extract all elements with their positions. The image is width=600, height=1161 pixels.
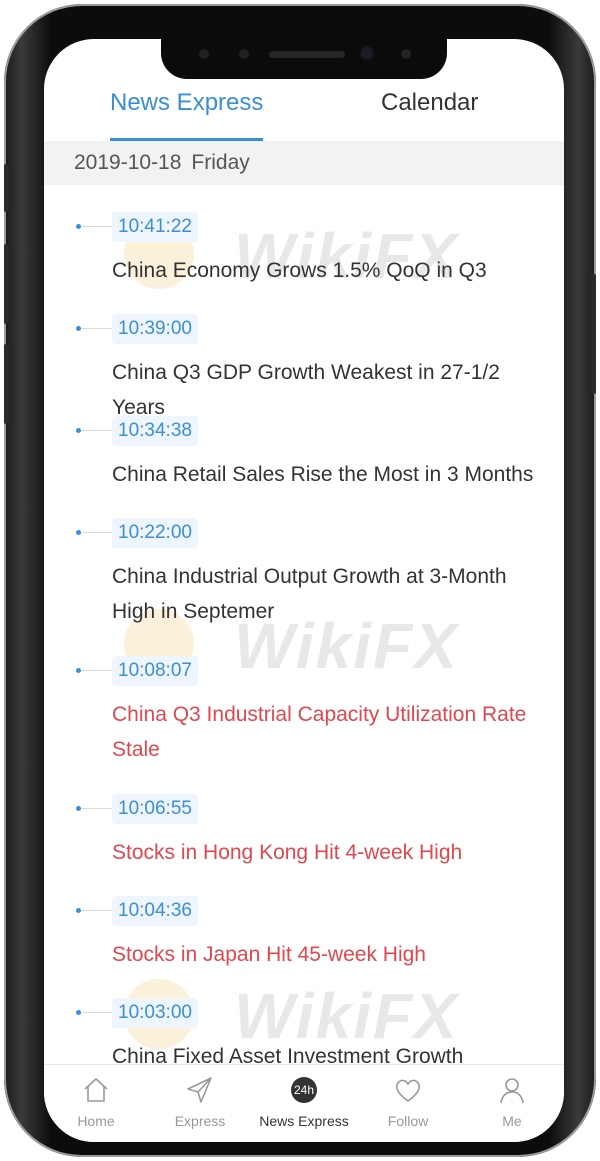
tab-news-express[interactable]: News Express: [110, 89, 264, 141]
news-headline[interactable]: Stocks in Japan Hit 45-week High: [112, 937, 542, 972]
front-camera: [361, 47, 373, 59]
news-time: 10:22:00: [112, 518, 198, 548]
news-time: 10:03:00: [112, 998, 198, 1028]
news-feed[interactable]: WikiFX WikiFX WikiFX 10:41:22 China Econ…: [44, 185, 564, 1065]
24h-icon: 24h: [291, 1077, 317, 1103]
nav-express[interactable]: Express: [148, 1071, 252, 1129]
news-headline[interactable]: China Q3 Industrial Capacity Utilization…: [112, 697, 542, 767]
news-time: 10:34:38: [112, 416, 198, 446]
paper-plane-icon: [187, 1077, 212, 1103]
power-button: [591, 274, 596, 394]
top-tabs: News Express Calendar: [44, 89, 564, 141]
phone-frame: News Express Calendar 2019-10-18 Friday W…: [4, 4, 596, 1157]
date-text: 2019-10-18: [74, 151, 182, 174]
nav-me[interactable]: Me: [460, 1071, 564, 1129]
tab-calendar[interactable]: Calendar: [381, 89, 478, 139]
news-time: 10:08:07: [112, 656, 198, 686]
nav-follow[interactable]: Follow: [356, 1071, 460, 1129]
weekday-text: Friday: [191, 151, 250, 174]
notch: [161, 39, 447, 79]
news-headline[interactable]: China Retail Sales Rise the Most in 3 Mo…: [112, 457, 542, 492]
person-icon: [500, 1078, 524, 1104]
timeline-dot: [76, 326, 81, 331]
news-headline[interactable]: China Industrial Output Growth at 3-Mont…: [112, 559, 542, 629]
timeline-dot: [76, 806, 81, 811]
mute-switch: [4, 164, 9, 212]
timeline-dot: [76, 668, 81, 673]
news-time: 10:39:00: [112, 314, 198, 344]
volume-down-button: [4, 344, 9, 424]
timeline-dot: [76, 224, 81, 229]
news-headline[interactable]: China Fixed Asset Investment Growth Matc…: [112, 1039, 542, 1065]
nav-news-express[interactable]: 24h News Express: [252, 1071, 356, 1129]
volume-up-button: [4, 244, 9, 324]
news-headline[interactable]: China Economy Grows 1.5% QoQ in Q3: [112, 253, 542, 288]
news-time: 10:06:55: [112, 794, 198, 824]
news-headline[interactable]: China Q3 GDP Growth Weakest in 27-1/2 Ye…: [112, 355, 542, 425]
timeline-dot: [76, 428, 81, 433]
phone-screen: News Express Calendar 2019-10-18 Friday W…: [44, 39, 564, 1142]
home-icon: [84, 1077, 108, 1102]
news-time: 10:04:36: [112, 896, 198, 926]
news-time: 10:41:22: [112, 212, 198, 242]
bottom-nav: Home Express 24h News Express Follow Me: [44, 1064, 564, 1142]
nav-home[interactable]: Home: [44, 1071, 148, 1129]
date-header: 2019-10-18 Friday: [44, 141, 564, 185]
timeline-dot: [76, 908, 81, 913]
news-headline[interactable]: Stocks in Hong Kong Hit 4-week High: [112, 835, 542, 870]
speaker: [269, 51, 345, 58]
timeline-dot: [76, 1010, 81, 1015]
heart-icon: [395, 1079, 421, 1102]
timeline-dot: [76, 530, 81, 535]
